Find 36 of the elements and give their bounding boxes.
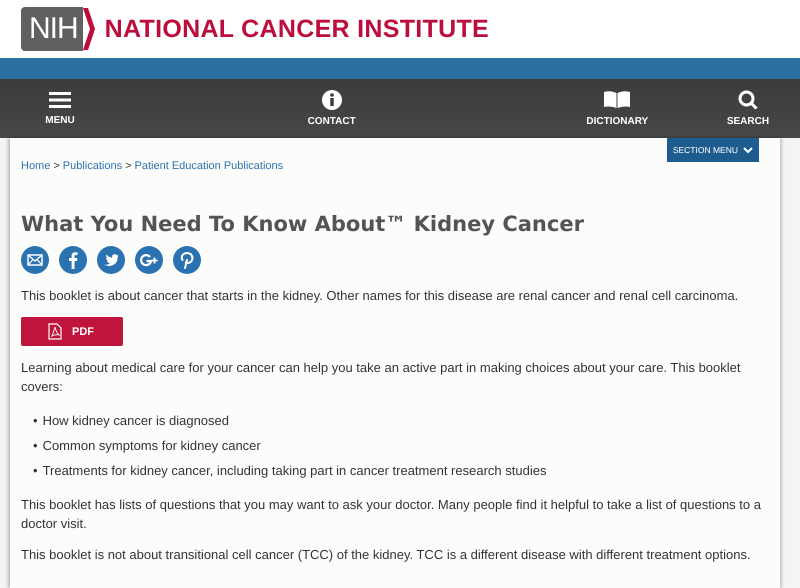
site-title[interactable]: NATIONAL CANCER INSTITUTE [104,14,490,44]
bullet-item: Treatments for kidney cancer, including taking part in cancer treatment research studies [42,462,546,480]
info-icon [322,90,342,110]
caret-icon [743,146,753,154]
menu-nav-button[interactable]: MENU [34,79,86,138]
intro-paragraph: This booklet is about cancer that starts in the kidney. Other names for this disease are renal cancer and renal cell carcinoma. [21,287,740,305]
bullet-marker: • [33,437,38,455]
email-share-icon[interactable] [21,246,49,274]
bullet-item: Common symptoms for kidney cancer [42,437,261,455]
section-menu-button[interactable]: SECTION MENU [666,138,759,162]
chevron-logo-icon [82,7,96,51]
search-icon [738,90,758,110]
pinterest-share-icon[interactable] [173,246,201,274]
contact-nav-button[interactable]: CONTACT [306,79,358,138]
menu-icon [49,91,71,109]
body-paragraph: This booklet has lists of questions that you may want to ask your doctor. Many people find it helpful to take a list of questions to a doctor visit. [21,496,762,533]
bullet-marker: • [33,462,38,480]
twitter-share-icon[interactable] [97,246,125,274]
facebook-share-icon[interactable] [59,246,87,274]
page-title: What You Need To Know About™ Kidney Cancer [21,212,585,236]
pdf-button[interactable]: PDF [21,317,123,346]
book-icon [603,90,632,110]
dictionary-nav-button[interactable]: DICTIONARY [582,79,652,138]
pdf-icon [48,323,62,340]
body-paragraph: This booklet is not about transitional cell cancer (TCC) of the kidney. TCC is a different disease with different treatment options. [21,546,752,564]
search-nav-button[interactable]: SEARCH [722,79,774,138]
bullet-item: How kidney cancer is diagnosed [42,412,229,430]
breadcrumb-link[interactable]: Home [21,160,50,172]
google-plus-share-icon[interactable] [135,246,163,274]
breadcrumb-separator: > [53,160,60,172]
body-paragraph: Learning about medical care for your cancer can help you take an active part in making choices about your care. This booklet covers: [21,359,742,396]
breadcrumb-separator: > [125,160,132,172]
logo-mark[interactable]: NIH [21,7,83,51]
breadcrumb-link[interactable]: Patient Education Publications [134,160,284,172]
bullet-marker: • [33,412,38,430]
breadcrumb-link[interactable]: Publications [62,160,122,172]
